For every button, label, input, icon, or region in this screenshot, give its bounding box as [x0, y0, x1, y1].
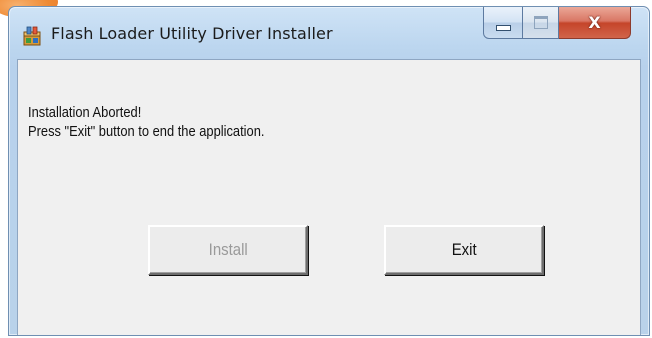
install-button[interactable]: Install [148, 225, 308, 275]
installer-package-icon [22, 26, 42, 46]
maximize-button[interactable] [523, 7, 559, 39]
install-button-label: Install [208, 240, 248, 259]
message-line-instruction: Press "Exit" button to end the applicati… [28, 123, 265, 140]
dialog-client-area: Installation Aborted! Press "Exit" butto… [17, 59, 641, 335]
window-title: Flash Loader Utility Driver Installer [51, 24, 333, 43]
title-bar[interactable]: Flash Loader Utility Driver Installer X [9, 7, 649, 59]
installer-window: Flash Loader Utility Driver Installer X … [8, 6, 650, 336]
close-button[interactable]: X [559, 7, 631, 39]
minimize-button[interactable] [483, 7, 523, 39]
close-icon: X [588, 12, 601, 32]
status-message: Installation Aborted! Press "Exit" butto… [28, 103, 264, 141]
exit-button[interactable]: Exit [384, 225, 544, 275]
caption-buttons: X [483, 7, 645, 43]
exit-button-label: Exit [451, 240, 477, 259]
message-line-aborted: Installation Aborted! [28, 104, 142, 121]
screenshot-page: Flash Loader Utility Driver Installer X … [0, 0, 652, 338]
maximize-icon [533, 16, 548, 29]
minimize-icon [495, 24, 511, 31]
